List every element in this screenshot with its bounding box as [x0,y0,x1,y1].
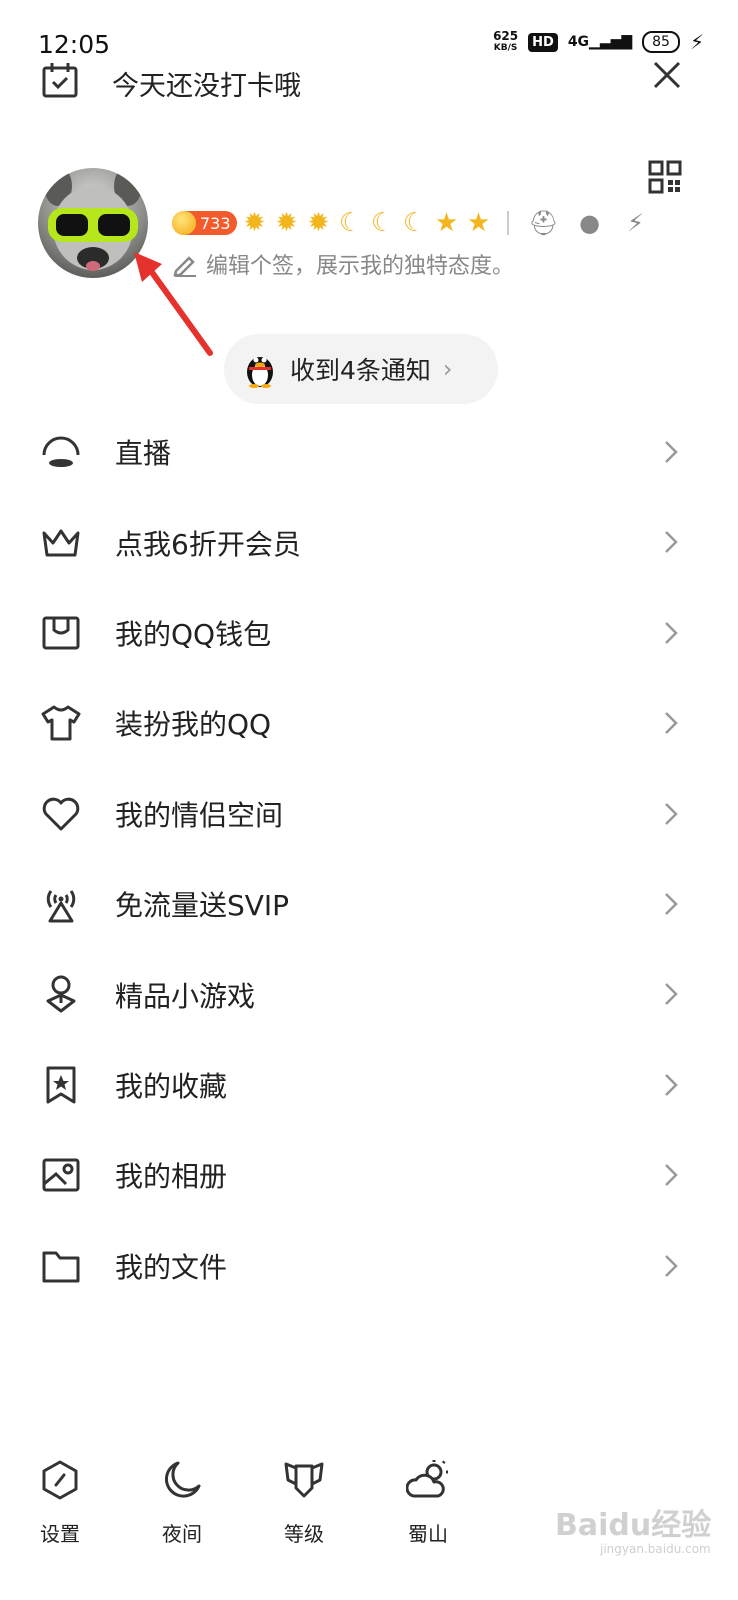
knight-helmet-icon: ⛑ [528,209,559,237]
night-mode-label: 夜间 [162,1522,202,1546]
sun-icon: ✹ [275,208,298,238]
signal-icon: 4G▁▃▅▇ [567,34,633,50]
lightning-shield-icon: ⚡ [627,209,644,237]
broadcast-tower-icon [46,890,76,923]
menu-item-wallet[interactable]: 我的QQ钱包 [0,588,738,678]
moon-icon [164,1461,201,1498]
chevron-right-icon [665,712,678,735]
bomb-icon: ● [579,209,601,237]
coin-count: 733 [200,213,231,233]
weather-location-label: 蜀山 [408,1522,448,1546]
signature-edit[interactable]: 编辑个签，展示我的独特态度。 [172,248,514,280]
star-icon: ★ [434,208,459,238]
chevron-right-icon [665,441,678,463]
qq-penguin-icon [247,357,273,388]
level-button[interactable]: 等级 [264,1458,344,1547]
menu-item-favorites[interactable]: 我的收藏 [0,1040,738,1130]
chevron-right-icon [665,1164,678,1187]
divider [506,211,509,235]
network-speed: 625 KB/S [493,30,518,54]
menu-label: 我的收藏 [115,1069,228,1103]
settings-icon [42,1460,78,1500]
menu-label: 精品小游戏 [115,979,256,1013]
bookmark-star-icon [46,1066,76,1104]
coin-icon [172,211,196,235]
chevron-right-icon: › [442,355,453,383]
status-time: 12:05 [38,30,111,59]
chevron-right-icon [665,1254,678,1277]
chevron-right-icon [665,983,678,1006]
chevron-right-icon [665,893,678,915]
night-mode-button[interactable]: 夜间 [142,1458,222,1547]
menu-list: 直播 点我6折开会员 我的QQ钱包 装扮我的QQ 我的情侣空间 免流量送SVIP… [0,407,738,1311]
photo-album-icon [42,1158,80,1192]
menu-item-live[interactable]: 直播 [0,407,738,497]
sun-icon: ✹ [307,208,330,238]
moon-icon: ☾ [402,208,427,238]
signal-label: 4G [567,34,590,50]
bottom-toolbar: 设置 夜间 等级 蜀山 [0,1458,500,1548]
hd-badge: HD [528,32,558,52]
calendar-check-icon[interactable] [40,60,80,100]
weather-sun-cloud-icon [406,1460,448,1498]
moon-icon: ☾ [338,208,363,238]
charging-icon: ⚡ [689,30,704,54]
menu-label: 我的相册 [115,1160,228,1194]
watermark-url: jingyan.baidu.com [600,1542,711,1556]
crown-icon [42,529,80,557]
chevron-right-icon [665,802,678,825]
moon-icon: ☾ [370,208,395,238]
menu-label: 我的文件 [115,1250,228,1284]
menu-label: 直播 [115,437,172,471]
settings-label: 设置 [40,1522,80,1546]
menu-item-album[interactable]: 我的相册 [0,1130,738,1220]
menu-label: 装扮我的QQ [115,708,272,742]
live-icon [42,436,80,467]
star-icon: ★ [466,208,491,238]
menu-item-couple-space[interactable]: 我的情侣空间 [0,769,738,859]
heart-icon [42,797,80,831]
signature-placeholder: 编辑个签，展示我的独特态度。 [206,254,515,279]
menu-item-free-data[interactable]: 免流量送SVIP [0,859,738,949]
level-badges[interactable]: 733 ✹ ✹ ✹ ☾ ☾ ☾ ★ ★ ⛑ ● ⚡ [172,207,657,239]
chevron-right-icon [665,1073,678,1096]
notification-label: 收到4条通知 [290,356,431,385]
battery-level: 85 [652,34,670,50]
qr-code-icon[interactable] [648,160,682,194]
weather-button[interactable]: 蜀山 [388,1458,468,1547]
menu-item-dress-up[interactable]: 装扮我的QQ [0,678,738,768]
menu-label: 我的情侣空间 [115,798,284,832]
folder-icon [42,1251,80,1283]
pencil-icon [173,256,196,277]
level-label: 等级 [284,1522,324,1546]
chevron-right-icon [665,621,678,644]
wings-badge-icon [284,1462,324,1498]
sun-icon: ✹ [243,208,266,238]
chevron-right-icon [665,531,678,554]
menu-item-vip[interactable]: 点我6折开会员 [0,497,738,587]
watermark: Baidu经验 [555,1508,712,1543]
network-speed-unit: KB/S [493,43,518,53]
menu-item-files[interactable]: 我的文件 [0,1221,738,1311]
menu-label: 我的QQ钱包 [115,617,272,651]
status-icons: 625 KB/S HD 4G▁▃▅▇ 85 ⚡ [493,30,704,54]
notification-pill[interactable]: 收到4条通知 › [224,334,498,404]
wallet-icon [42,616,80,650]
checkin-prompt[interactable]: 今天还没打卡哦 [112,64,301,103]
coin-badge: 733 [172,211,237,235]
menu-label: 免流量送SVIP [115,889,290,923]
menu-label: 点我6折开会员 [115,527,301,561]
settings-button[interactable]: 设置 [20,1458,100,1547]
network-speed-value: 625 [493,29,519,43]
tshirt-icon [41,705,81,741]
close-icon[interactable] [652,60,682,90]
game-map-pin-icon [46,975,76,1013]
battery-icon: 85 [642,31,680,53]
menu-item-mini-games[interactable]: 精品小游戏 [0,949,738,1039]
